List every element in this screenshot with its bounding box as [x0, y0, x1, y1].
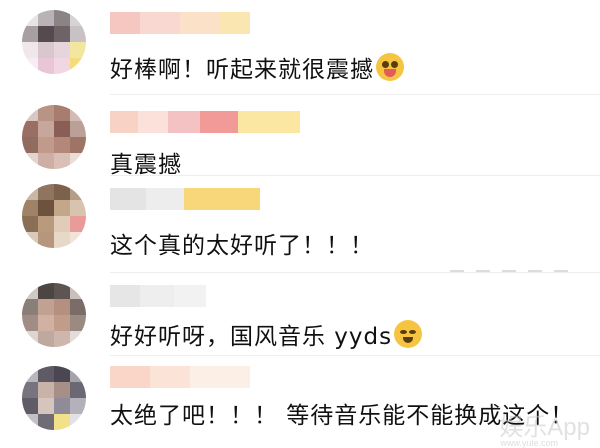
comment-item: 好好听呀，国风音乐 yyds [0, 273, 600, 355]
watermark-sub: www.yule.com [500, 438, 558, 448]
username-blurred[interactable] [110, 285, 206, 307]
username-blurred[interactable] [110, 12, 250, 34]
username-blurred[interactable] [110, 111, 300, 133]
comment-text: 真震撼 [110, 145, 182, 179]
comment-body: 好棒啊！听起来就很震撼 [110, 57, 374, 83]
username-blurred[interactable] [110, 366, 250, 388]
comment-body: 好好听呀，国风音乐 yyds [110, 324, 393, 350]
username-blurred[interactable] [110, 188, 260, 210]
avatar[interactable] [22, 10, 86, 74]
scream-face-emoji-icon [376, 53, 404, 81]
comment-item: 真震撼 [0, 95, 600, 178]
avatar[interactable] [22, 105, 86, 169]
teary-face-emoji-icon [394, 320, 423, 348]
comment-text: 好棒啊！听起来就很震撼 [110, 50, 404, 84]
avatar[interactable] [22, 366, 86, 430]
watermark: 娱乐App [499, 414, 590, 441]
comment-text: 好好听呀，国风音乐 yyds [110, 317, 423, 351]
comment-text: 这个真的太好听了！！！ [110, 226, 374, 260]
avatar[interactable] [22, 184, 86, 248]
comment-body: 这个真的太好听了！！！ [110, 233, 374, 259]
comment-item: 这个真的太好听了！！！ [0, 176, 600, 272]
avatar[interactable] [22, 283, 86, 347]
comment-item: 好棒啊！听起来就很震撼 [0, 0, 600, 95]
